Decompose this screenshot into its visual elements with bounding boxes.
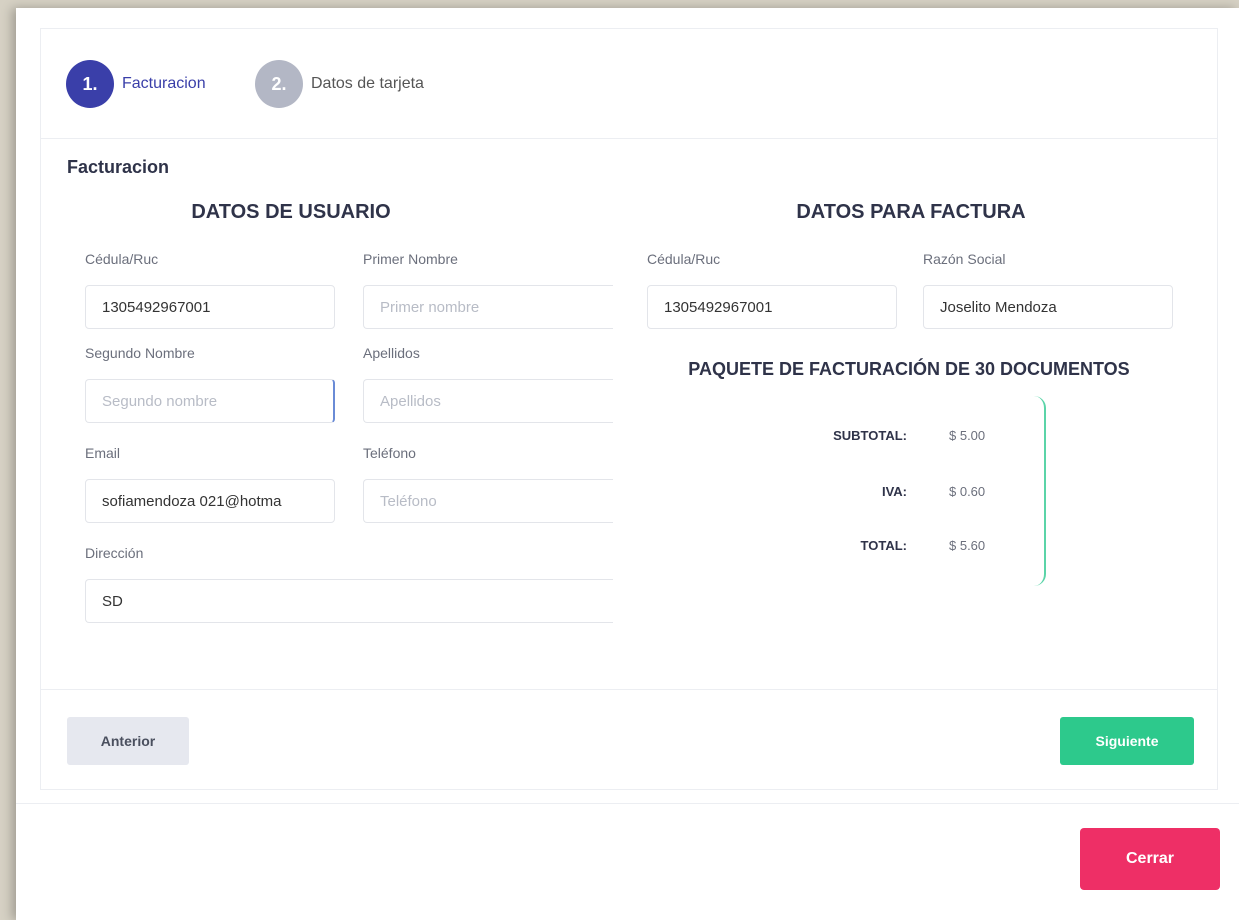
direccion-input[interactable]: SD [85, 579, 613, 623]
previous-button[interactable]: Anterior [67, 717, 189, 765]
wizard-steps: 1. Facturacion 2. Datos de tarjeta [41, 29, 1217, 139]
section-title: Facturacion [67, 157, 170, 177]
razon-social-input[interactable]: Joselito Mendoza [923, 285, 1173, 329]
step-1-number: 1. [66, 60, 114, 108]
step-2-number: 2. [255, 60, 303, 108]
package-title: PAQUETE DE FACTURACIÓN DE 30 DOCUMENTOS [688, 359, 1130, 379]
invoice-data-heading: DATOS PARA FACTURA [796, 201, 1026, 223]
email-label: Email [85, 445, 121, 461]
cedula-input[interactable]: 1305492967001 [85, 285, 335, 329]
apellidos-label: Apellidos [363, 345, 420, 361]
wizard-footer-divider [41, 689, 1217, 690]
billing-wizard: 1. Facturacion 2. Datos de tarjeta Factu… [40, 28, 1218, 790]
segundo-nombre-label: Segundo Nombre [85, 345, 195, 361]
next-button[interactable]: Siguiente [1060, 717, 1194, 765]
user-data-heading: DATOS DE USUARIO [191, 201, 391, 223]
subtotal-value: $ 5.00 [949, 428, 986, 443]
step-2-label: Datos de tarjeta [311, 75, 424, 92]
email-input[interactable]: sofiamendoza 021@hotma [85, 479, 335, 523]
direccion-label: Dirección [85, 545, 144, 561]
step-datos-tarjeta[interactable]: 2. Datos de tarjeta [255, 60, 424, 108]
iva-value: $ 0.60 [949, 484, 986, 499]
billing-modal: 1. Facturacion 2. Datos de tarjeta Factu… [16, 8, 1239, 920]
price-summary: SUBTOTAL: $ 5.00 IVA: $ 0.60 TOTAL: $ 5.… [759, 396, 1046, 586]
total-value: $ 5.60 [949, 538, 986, 553]
iva-label: IVA: [881, 484, 907, 499]
telefono-input[interactable]: Teléfono [363, 479, 613, 523]
apellidos-input[interactable]: Apellidos [363, 379, 613, 423]
primer-nombre-input[interactable]: Primer nombre [363, 285, 613, 329]
razon-social-label: Razón Social [923, 251, 1006, 267]
telefono-label: Teléfono [363, 445, 416, 461]
invoice-cedula-input[interactable]: 1305492967001 [647, 285, 897, 329]
modal-footer-divider [16, 803, 1239, 804]
invoice-cedula-label: Cédula/Ruc [647, 251, 721, 267]
cedula-label: Cédula/Ruc [85, 251, 159, 267]
primer-nombre-label: Primer Nombre [363, 251, 458, 267]
segundo-nombre-input[interactable]: Segundo nombre [85, 379, 335, 423]
subtotal-label: SUBTOTAL: [833, 428, 907, 443]
total-label: TOTAL: [860, 538, 907, 553]
step-1-label: Facturacion [122, 75, 206, 92]
close-button[interactable]: Cerrar [1080, 828, 1220, 890]
step-facturacion[interactable]: 1. Facturacion [66, 60, 206, 108]
